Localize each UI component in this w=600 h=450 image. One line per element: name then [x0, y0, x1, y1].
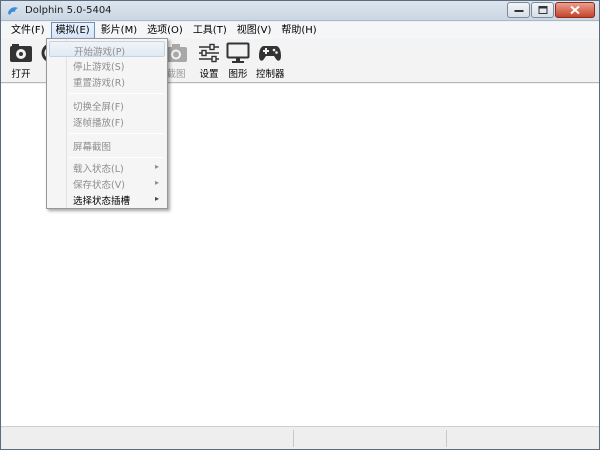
settings-sliders-icon	[199, 43, 219, 63]
window-controls	[506, 2, 595, 18]
menu-item-stop-game[interactable]: 停止游戏(S)	[49, 57, 165, 73]
submenu-arrow-icon: ▸	[154, 162, 159, 171]
status-separator	[293, 430, 294, 447]
graphics-label: 图形	[228, 69, 248, 80]
dolphin-app-icon	[8, 7, 18, 15]
menu-item-load-state[interactable]: 载入状态(L) ▸	[49, 159, 165, 175]
controllers-label: 控制器	[256, 69, 285, 80]
menu-view[interactable]: 视图(V)	[233, 23, 276, 38]
menu-item-screenshot[interactable]: 屏幕截图	[49, 137, 165, 153]
open-label: 打开	[11, 69, 31, 80]
minimize-button[interactable]	[507, 2, 530, 18]
submenu-arrow-icon: ▸	[154, 194, 159, 203]
graphics-button[interactable]: 图形	[226, 42, 250, 80]
menu-bar: 文件(F) 模拟(E) 影片(M) 选项(O) 工具(T) 视图(V) 帮助(H…	[1, 22, 599, 39]
menu-item-start-game[interactable]: 开始游戏(P)	[49, 41, 165, 58]
menu-item-save-state[interactable]: 保存状态(V) ▸	[49, 175, 165, 191]
menu-item-label: 逐帧播放(F)	[73, 118, 124, 129]
menu-item-reset-game[interactable]: 重置游戏(R)	[49, 73, 165, 89]
settings-button[interactable]: 设置	[197, 42, 221, 80]
menu-item-toggle-fullscreen[interactable]: 切换全屏(F)	[49, 97, 165, 113]
open-icon	[10, 44, 32, 62]
menu-options[interactable]: 选项(O)	[143, 23, 187, 38]
window-title: Dolphin 5.0-5404	[25, 5, 112, 16]
menu-item-label: 保存状态(V)	[73, 180, 125, 191]
menu-movie[interactable]: 影片(M)	[97, 23, 141, 38]
menu-item-frame-advance[interactable]: 逐帧播放(F)	[49, 113, 165, 129]
controllers-button[interactable]: 控制器	[256, 42, 285, 80]
dolphin-window: Dolphin 5.0-5404 文件(F) 模拟(E) 影片(M) 选项(O)…	[0, 0, 600, 450]
menu-help[interactable]: 帮助(H)	[277, 23, 320, 38]
menu-item-label: 切换全屏(F)	[73, 102, 124, 113]
menu-emulation[interactable]: 模拟(E)	[50, 22, 95, 39]
menu-tools[interactable]: 工具(T)	[189, 23, 231, 38]
status-bar	[1, 426, 599, 449]
settings-label: 设置	[199, 69, 219, 80]
close-icon	[570, 5, 580, 15]
submenu-arrow-icon: ▸	[154, 178, 159, 187]
monitor-icon	[226, 42, 250, 63]
menu-item-label: 选择状态插槽	[73, 196, 131, 207]
emulation-dropdown-menu: 开始游戏(P) 停止游戏(S) 重置游戏(R) 切换全屏(F) 逐帧播放(F) …	[46, 38, 168, 209]
close-button[interactable]	[555, 2, 595, 18]
menu-item-label: 重置游戏(R)	[73, 78, 126, 89]
status-separator	[446, 430, 447, 447]
minimize-icon	[514, 10, 523, 12]
maximize-button[interactable]	[531, 2, 554, 18]
gamepad-icon	[259, 46, 282, 61]
menu-item-label: 载入状态(L)	[73, 164, 124, 175]
screenshot-label: 截图	[166, 69, 186, 80]
menu-separator	[69, 157, 164, 158]
menu-item-label: 开始游戏(P)	[74, 47, 126, 58]
maximize-icon	[538, 6, 547, 14]
menu-separator	[69, 93, 164, 94]
title-bar[interactable]: Dolphin 5.0-5404	[1, 1, 599, 21]
menu-item-label: 停止游戏(S)	[73, 62, 125, 73]
menu-separator	[69, 133, 164, 134]
open-button[interactable]: 打开	[9, 42, 33, 80]
menu-file[interactable]: 文件(F)	[7, 23, 49, 38]
menu-item-select-state-slot[interactable]: 选择状态插槽 ▸	[49, 191, 165, 207]
menu-item-label: 屏幕截图	[73, 142, 112, 153]
